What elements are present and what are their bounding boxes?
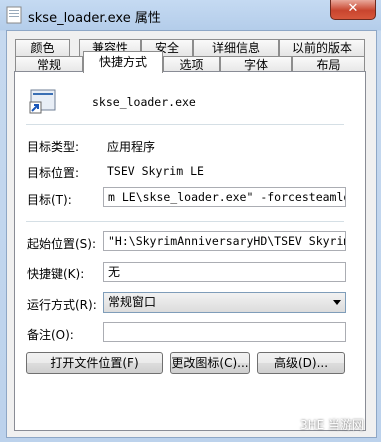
chevron-down-icon — [333, 300, 341, 305]
title-bar[interactable]: skse_loader.exe 属性 ✕ — [0, 0, 381, 30]
file-icon — [6, 6, 22, 24]
divider — [26, 221, 344, 222]
window-title: skse_loader.exe 属性 — [28, 11, 161, 26]
start-in-input[interactable]: "H:\SkyrimAnniversaryHD\TSEV Skyrim LE" — [103, 231, 346, 251]
open-file-location-button[interactable]: 打开文件位置(F) — [26, 352, 163, 374]
start-in-label: 起始位置(S): — [27, 237, 97, 251]
target-type-label: 目标类型: — [27, 140, 80, 154]
target-type-value: 应用程序 — [107, 140, 156, 154]
comment-label: 备注(O): — [27, 328, 74, 342]
hotkey-label: 快捷键(K): — [27, 267, 85, 281]
run-label: 运行方式(R): — [27, 298, 97, 312]
hotkey-input[interactable]: 无 — [103, 262, 346, 282]
run-mode-value: 常规窗口 — [108, 295, 157, 309]
watermark: 3HE 当游网 — [300, 418, 365, 432]
tab-color[interactable]: 颜色 — [15, 39, 70, 56]
tab-shortcut[interactable]: 快捷方式 — [83, 51, 163, 73]
comment-input[interactable] — [103, 322, 346, 342]
target-location-label: 目标位置: — [27, 166, 80, 180]
target-location-value: TSEV Skyrim LE — [107, 164, 204, 178]
target-input[interactable]: m LE\skse_loader.exe" -forcesteamloader — [103, 187, 346, 207]
run-mode-select[interactable]: 常规窗口 — [103, 292, 346, 313]
advanced-button[interactable]: 高级(D)... — [257, 352, 345, 374]
target-label: 目标(T): — [27, 193, 72, 207]
tab-details[interactable]: 详细信息 — [193, 39, 279, 56]
tab-previous-versions[interactable]: 以前的版本 — [279, 39, 365, 56]
change-icon-button[interactable]: 更改图标(C)... — [170, 352, 250, 374]
divider — [26, 124, 344, 125]
shortcut-icon — [29, 89, 57, 115]
shortcut-name: skse_loader.exe — [92, 95, 196, 109]
close-button[interactable]: ✕ — [330, 0, 376, 20]
